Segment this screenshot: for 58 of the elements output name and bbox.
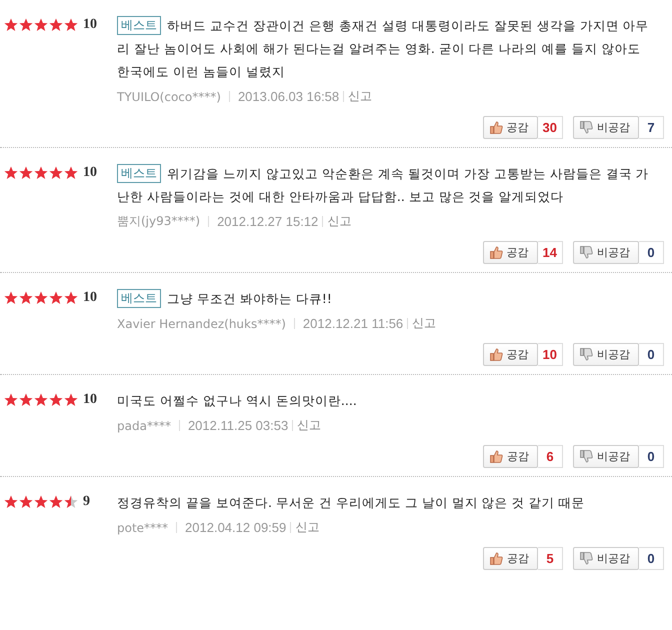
like-button[interactable]: 공감: [483, 445, 538, 468]
review-date: 2012.04.12 09:59: [185, 520, 286, 535]
dislike-count: 0: [639, 241, 664, 264]
thumbs-up-icon: [490, 450, 503, 463]
thumbs-up-icon: [490, 552, 503, 565]
rating-score: 10: [83, 391, 97, 409]
like-button[interactable]: 공감: [483, 547, 538, 570]
dislike-button[interactable]: 비공감: [573, 445, 639, 468]
thumbs-up-icon: [490, 121, 503, 134]
thumbs-down-icon: [580, 348, 593, 361]
review-date: 2012.12.21 11:56: [302, 316, 404, 331]
like-count: 5: [538, 547, 563, 570]
report-link[interactable]: 신고: [412, 315, 436, 332]
review-text: 정경유착의 끝을 보여준다. 무서운 건 우리에게도 그 날이 멀지 않은 것 같기 때문: [117, 494, 586, 512]
author-name: pada****: [117, 418, 171, 432]
like-button[interactable]: 공감: [482, 241, 538, 264]
review-text: 베스트 위기감을 느끼지 않고있고 악순환은 계속 될것이며 가장 고통받는 사람들은 결국 가난한 사람들이라는 것에 대한 안타까움과 답답함.. 보고 많은 것을 알게되었다: [117, 163, 650, 206]
thumbs-down-icon: [580, 246, 593, 259]
report-link[interactable]: 신고: [327, 213, 352, 230]
dislike-button[interactable]: 비공감: [573, 241, 639, 264]
rating-score: 10: [83, 16, 97, 34]
thumbs-down-icon: [580, 450, 593, 463]
like-button[interactable]: 공감: [482, 343, 538, 366]
dislike-count: 0: [639, 445, 664, 468]
review-text: 베스트 그냥 무조건 봐야하는 다큐!!: [117, 287, 652, 310]
thumbs-down-icon: [580, 552, 593, 565]
dislike-count: 7: [639, 116, 664, 139]
author-name: Xavier Hernandez(huks****): [117, 316, 286, 330]
author-name: 뿜지(jy93****): [117, 213, 200, 230]
review-date: 2012.11.25 03:53: [188, 418, 288, 433]
rating-score: 9: [83, 493, 90, 511]
author-name: pote****: [117, 520, 168, 534]
rating-score: 10: [83, 164, 97, 182]
dislike-button[interactable]: 비공감: [573, 547, 639, 570]
dislike-button[interactable]: 비공감: [573, 343, 639, 366]
review-date: 2012.12.27 15:12: [217, 214, 318, 229]
like-count: 6: [538, 445, 563, 468]
like-count: 10: [538, 343, 563, 366]
report-link[interactable]: 신고: [348, 88, 372, 105]
report-link[interactable]: 신고: [297, 417, 322, 434]
review-text: 베스트 하버드 교수건 장관이건 은행 총재건 설령 대통령이라도 잘못된 생각을 가지면 아무리 잘난 놈이어도 사회에 해가 된다는걸 알려주는 영화. 굳이 다른 나라의 예를 들지 않아도 한국에도 이런 놈들이 널렸지: [117, 15, 650, 81]
dislike-count: 0: [639, 343, 664, 366]
thumbs-down-icon: [580, 121, 593, 134]
report-link[interactable]: 신고: [295, 519, 320, 536]
thumbs-up-icon: [490, 348, 503, 361]
best-badge: 베스트: [117, 164, 161, 183]
rating-score: 10: [83, 289, 97, 307]
review-text: 미국도 어쩔수 없구나 역시 돈의맛이란....: [117, 392, 358, 410]
author-name: TYUILO(coco****): [117, 90, 221, 104]
review-date: 2013.06.03 16:58: [238, 89, 340, 104]
thumbs-up-icon: [490, 246, 503, 259]
dislike-count: 0: [639, 547, 664, 570]
like-count: 14: [538, 241, 563, 264]
like-button[interactable]: 공감: [482, 116, 538, 139]
like-count: 30: [538, 116, 563, 139]
dislike-button[interactable]: 비공감: [573, 116, 639, 139]
best-badge: 베스트: [117, 16, 161, 35]
best-badge: 베스트: [117, 289, 161, 308]
